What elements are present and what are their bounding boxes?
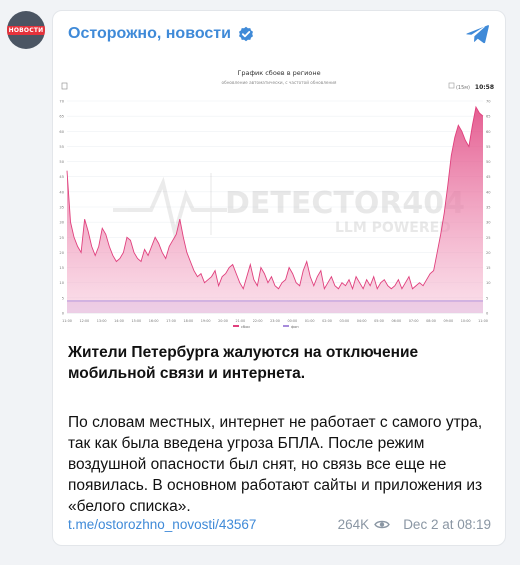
chart-lock-icon (61, 82, 68, 90)
post-meta: 264K Dec 2 at 08:19 (338, 517, 491, 532)
x-tick-label: 12:00 (79, 319, 89, 323)
y-tick-label-left: 70 (59, 100, 64, 104)
legend-label: фон (291, 325, 299, 329)
chart-watermark: DETECTOR404 LLM POWERED (113, 173, 465, 241)
x-tick-label: 15:00 (131, 319, 141, 323)
y-tick-label-left: 60 (59, 130, 64, 134)
share-button[interactable] (465, 23, 491, 45)
y-tick-label-right: 45 (486, 175, 491, 179)
x-tick-label: 10:00 (461, 319, 471, 323)
post-header: Осторожно, новости (68, 21, 491, 47)
x-tick-label: 08:00 (426, 319, 436, 323)
x-tick-label: 11:00 (62, 319, 72, 323)
chart-settings-icon (448, 82, 455, 89)
post-body: По словам местных, интернет не работает … (68, 414, 483, 515)
legend-swatch (233, 325, 239, 327)
y-tick-label-right: 5 (486, 296, 488, 300)
x-tick-label: 01:00 (305, 319, 315, 323)
y-tick-label-right: 20 (486, 251, 491, 255)
post-link[interactable]: t.me/ostorozhno_novosti/43567 (68, 517, 256, 532)
y-tick-label-left: 10 (59, 281, 64, 285)
x-tick-label: 11:00 (478, 319, 488, 323)
y-tick-label-left: 25 (59, 236, 64, 240)
x-tick-label: 16:00 (149, 319, 159, 323)
x-tick-label: 18:00 (183, 319, 193, 323)
view-count: 264K (337, 516, 370, 532)
x-tick-label: 17:00 (166, 319, 176, 323)
y-tick-label-right: 60 (486, 130, 491, 134)
y-tick-label-right: 50 (486, 160, 491, 164)
chart-time: 10:58 (475, 84, 494, 91)
verified-icon (238, 26, 254, 42)
y-tick-label-left: 5 (62, 296, 64, 300)
x-tick-label: 09:00 (443, 319, 453, 323)
y-tick-label-left: 50 (59, 160, 64, 164)
chart-subtitle: обновление автоматически, с частотой обн… (222, 80, 337, 85)
y-tick-label-left: 0 (62, 312, 65, 316)
y-tick-label-right: 25 (486, 236, 491, 240)
x-tick-label: 00:00 (287, 319, 297, 323)
x-tick-label: 03:00 (339, 319, 349, 323)
y-tick-label-left: 30 (59, 221, 64, 225)
x-tick-label: 05:00 (374, 319, 384, 323)
outage-chart: График сбоев в регионе обновление автома… (59, 69, 494, 329)
telegram-share-icon (466, 25, 489, 44)
legend-label: сбои (241, 325, 250, 329)
x-tick-label: 02:00 (322, 319, 332, 323)
y-tick-label-left: 65 (59, 115, 64, 119)
x-tick-label: 22:00 (253, 319, 263, 323)
channel-avatar[interactable]: НОВОСТИ (7, 11, 45, 49)
y-tick-label-right: 35 (486, 206, 491, 210)
y-tick-label-right: 70 (486, 100, 491, 104)
y-tick-label-left: 35 (59, 206, 64, 210)
x-tick-label: 21:00 (235, 319, 245, 323)
y-tick-label-left: 40 (59, 190, 64, 194)
y-tick-label-left: 45 (59, 175, 64, 179)
y-tick-label-right: 0 (486, 312, 489, 316)
x-tick-label: 06:00 (391, 319, 401, 323)
y-tick-label-left: 15 (59, 266, 64, 270)
x-tick-label: 20:00 (218, 319, 228, 323)
y-tick-label-right: 15 (486, 266, 491, 270)
eye-icon (374, 520, 391, 528)
watermark-title: DETECTOR404 (225, 186, 465, 221)
channel-name[interactable]: Осторожно, новости (68, 25, 231, 43)
y-tick-label-right: 10 (486, 281, 491, 285)
post-footer: t.me/ostorozhno_novosti/43567 264K Dec 2… (68, 515, 491, 533)
x-tick-label: 07:00 (409, 319, 419, 323)
y-tick-label-right: 30 (486, 221, 491, 225)
post-card: Осторожно, новости График сбоев в регион… (52, 10, 506, 546)
x-tick-label: 19:00 (201, 319, 211, 323)
y-tick-label-left: 20 (59, 251, 64, 255)
chart-interval: (15м) (456, 85, 470, 91)
avatar-badge: НОВОСТИ (7, 25, 45, 35)
x-tick-label: 13:00 (97, 319, 107, 323)
y-tick-label-left: 55 (59, 145, 64, 149)
legend-swatch (283, 325, 289, 327)
y-tick-label-right: 55 (486, 145, 491, 149)
y-tick-label-right: 40 (486, 190, 491, 194)
y-tick-label-right: 65 (486, 115, 491, 119)
x-tick-label: 23:00 (270, 319, 280, 323)
watermark-subtitle: LLM POWERED (335, 220, 451, 236)
post-date: Dec 2 at 08:19 (403, 516, 491, 532)
post-headline: Жители Петербурга жалуются на отключение… (68, 344, 419, 382)
x-tick-label: 04:00 (357, 319, 367, 323)
x-tick-label: 14:00 (114, 319, 124, 323)
chart-title: График сбоев в регионе (237, 69, 320, 77)
chart-image[interactable]: График сбоев в регионе обновление автома… (53, 55, 505, 333)
